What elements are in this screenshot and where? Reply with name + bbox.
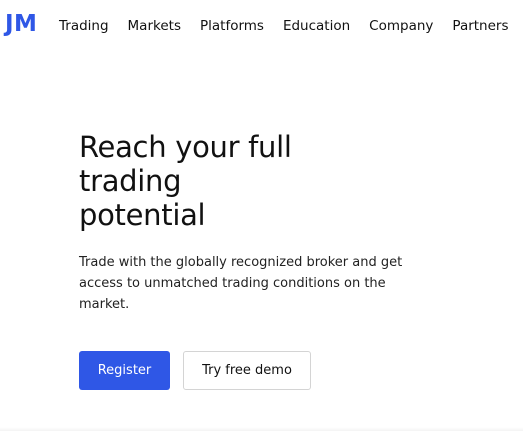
cta-buttons: Register Try free demo bbox=[79, 351, 311, 390]
nav-item-trading[interactable]: Trading bbox=[59, 17, 109, 35]
nav-item-company[interactable]: Company bbox=[369, 17, 433, 35]
hero-title-line: potential bbox=[79, 198, 206, 232]
hero-section: Reach your full trading potential Trade … bbox=[79, 130, 479, 315]
brand-logo[interactable]: JM bbox=[5, 9, 37, 39]
main-nav: Trading Markets Platforms Education Comp… bbox=[59, 17, 509, 35]
hero-title: Reach your full trading potential bbox=[79, 130, 369, 232]
nav-item-platforms[interactable]: Platforms bbox=[200, 17, 264, 35]
nav-item-education[interactable]: Education bbox=[283, 17, 350, 35]
try-free-demo-button[interactable]: Try free demo bbox=[183, 351, 311, 390]
section-divider bbox=[0, 427, 523, 431]
top-navigation-bar: JM Trading Markets Platforms Education C… bbox=[0, 0, 523, 52]
register-button[interactable]: Register bbox=[79, 351, 170, 390]
hero-title-line: trading bbox=[79, 164, 182, 198]
nav-item-partners[interactable]: Partners bbox=[452, 17, 508, 35]
page: JM Trading Markets Platforms Education C… bbox=[0, 0, 523, 431]
nav-item-markets[interactable]: Markets bbox=[128, 17, 181, 35]
hero-title-line: Reach your full bbox=[79, 130, 292, 164]
hero-description: Trade with the globally recognized broke… bbox=[79, 255, 403, 312]
